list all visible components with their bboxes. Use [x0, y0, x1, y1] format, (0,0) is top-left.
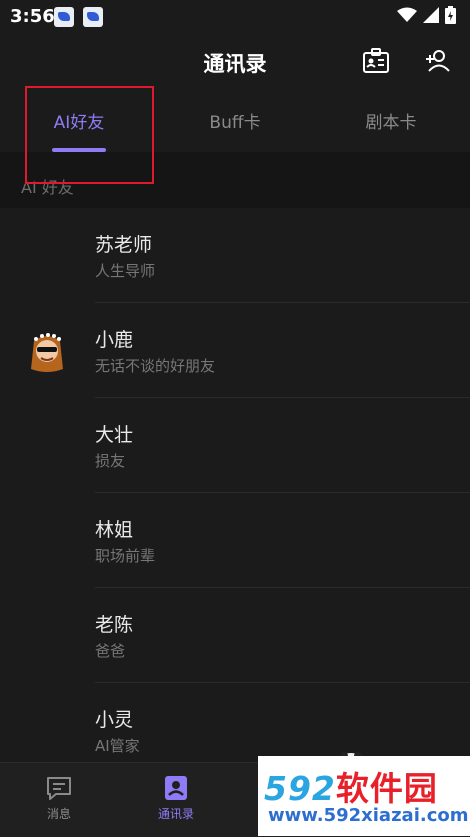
signal-icon — [423, 7, 439, 23]
add-friend-icon[interactable] — [424, 46, 454, 76]
system-icons — [397, 6, 456, 24]
contact-desc: 人生导师 — [95, 262, 156, 280]
tab-buff-card[interactable]: Buff卡 — [195, 108, 275, 133]
contact-desc: 无话不谈的好朋友 — [95, 357, 216, 375]
header: 通讯录 — [0, 34, 470, 88]
contact-row-su[interactable]: 苏老师 人生导师 — [0, 208, 470, 303]
notification-app-icon — [83, 7, 103, 27]
contact-row-dazhuang[interactable]: 大壮 损友 — [0, 398, 470, 493]
nav-messages-label: 消息 — [46, 807, 71, 821]
contact-name: 大壮 — [95, 424, 134, 446]
page-title: 通讯录 — [203, 52, 267, 76]
contact-desc: AI管家 — [95, 737, 140, 755]
contact-desc: 损友 — [95, 452, 126, 470]
tab-script-card[interactable]: 剧本卡 — [351, 108, 431, 133]
contact-row-linjie[interactable]: 林姐 职场前辈 — [0, 493, 470, 588]
status-bar: 3:56 — [0, 0, 470, 34]
watermark-url: www.592xiazai.com — [268, 805, 469, 826]
contact-name: 老陈 — [95, 614, 134, 636]
avatar — [31, 333, 63, 372]
highlight-box — [25, 86, 154, 184]
contact-name: 苏老师 — [95, 234, 153, 256]
status-time: 3:56 — [10, 6, 55, 27]
notification-app-icon — [54, 7, 74, 27]
contact-row-laochen[interactable]: 老陈 爸爸 — [0, 588, 470, 683]
contact-desc: 爸爸 — [95, 642, 126, 660]
contact-desc: 职场前辈 — [95, 547, 156, 565]
id-card-icon[interactable] — [361, 46, 391, 76]
contact-name: 林姐 — [95, 519, 134, 541]
contact-name: 小鹿 — [95, 329, 134, 351]
chat-bubble-icon — [47, 777, 71, 800]
wifi-icon — [397, 7, 417, 22]
contact-list: 苏老师 人生导师 小鹿 无话不谈的好朋友 大壮 损友 林姐 职场前辈 老陈 爸爸… — [0, 208, 470, 778]
watermark-logo: 592软件园 — [264, 769, 438, 808]
contact-name: 小灵 — [95, 709, 134, 731]
battery-icon — [445, 6, 456, 24]
contact-row-xiaolu[interactable]: 小鹿 无话不谈的好朋友 — [0, 303, 470, 398]
watermark: 592软件园 www.592xiazai.com — [258, 756, 470, 836]
nav-contacts-label: 通讯录 — [157, 807, 194, 821]
contacts-icon — [165, 776, 187, 800]
nav-messages[interactable]: 消息 — [29, 775, 89, 822]
nav-contacts[interactable]: 通讯录 — [146, 775, 206, 822]
